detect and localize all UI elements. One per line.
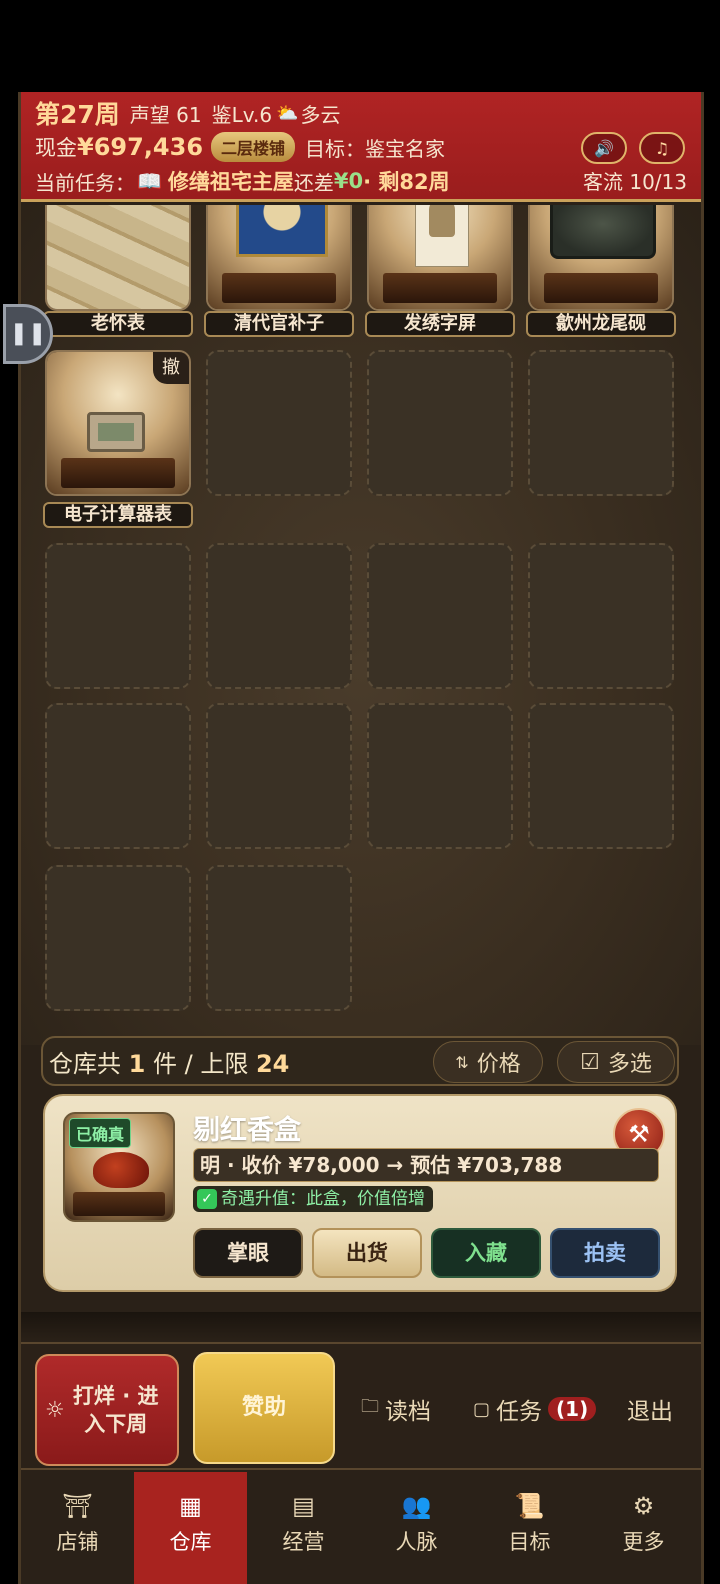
rank-badge-image <box>236 205 328 257</box>
music-note-icon: ♫ <box>654 138 670 158</box>
pause-icon: ❚❚ <box>9 321 47 346</box>
warehouse-summary-bar: 仓库共 1 件 / 上限 24 ⇅ 价格 ☑ 多选 <box>41 1036 679 1086</box>
item-slot[interactable]: 撤 <box>45 350 191 496</box>
task-name[interactable]: 修缮祖宅主屋 <box>168 166 294 196</box>
note-icon: ▢ <box>473 1398 491 1420</box>
cash-value: ¥697,436 <box>77 133 204 161</box>
week-label: 第27周 <box>35 100 120 129</box>
tab-more[interactable]: ⚙ 更多 <box>586 1472 701 1584</box>
empty-slot[interactable] <box>528 703 674 849</box>
scroll-icon: 📜 <box>514 1492 545 1520</box>
empty-slot[interactable] <box>528 543 674 689</box>
weather: 多云 <box>300 102 341 127</box>
inkstone-image <box>550 205 656 259</box>
warehouse-grid: 老怀表 清代官补子 发绣字屏 歙州龙尾砚 撤 电子计算器表 <box>21 205 701 1045</box>
next-week-button[interactable]: ☼ 打烊 · 进入下周 <box>35 1354 179 1466</box>
multi-select-button[interactable]: ☑ 多选 <box>557 1041 675 1083</box>
empty-slot[interactable] <box>206 703 352 849</box>
empty-slot[interactable] <box>45 703 191 849</box>
load-button[interactable]: 🗀 读档 <box>361 1392 431 1426</box>
item-detail-card: 已确真 剔红香盒 ⚒ 明 · 收价 ¥78,000 → 预估 ¥703,788 … <box>43 1094 677 1292</box>
warehouse-count: 仓库共 1 件 / 上限 24 <box>49 1049 290 1078</box>
check-icon: ✓ <box>197 1189 217 1209</box>
cash-label: 现金 <box>35 136 77 160</box>
task-weeks: · 剩82周 <box>363 170 450 194</box>
old-banknotes-image <box>47 205 189 309</box>
calculator-watch-image <box>87 412 145 452</box>
sort-price-button[interactable]: ⇅ 价格 <box>433 1041 543 1083</box>
people-icon: 👥 <box>401 1492 432 1520</box>
empty-slot[interactable] <box>206 350 352 496</box>
sort-icon: ⇅ <box>455 1052 469 1072</box>
goal-text: 目标：鉴宝名家 <box>305 136 446 161</box>
game-frame: 第27周 声望 61 鉴Lv.6 ⛅ 多云 现金 ¥697,436 二层楼铺 目… <box>3 92 704 1584</box>
item-label: 电子计算器表 <box>43 502 193 528</box>
abacus-icon: ▤ <box>292 1492 315 1520</box>
reputation: 声望 61 <box>129 102 202 127</box>
tab-business[interactable]: ▤ 经营 <box>247 1472 360 1584</box>
action-bar: ☼ 打烊 · 进入下周 赞助 🗀 读档 ▢ 任务 (1) 退出 <box>21 1342 701 1470</box>
tab-contacts[interactable]: 👥 人脉 <box>360 1472 473 1584</box>
ship-button[interactable]: 出货 <box>312 1228 422 1278</box>
partly-cloudy-icon: ⛅ <box>276 102 299 124</box>
item-label: 清代官补子 <box>204 311 354 337</box>
sun-icon: ☼ <box>45 1397 65 1423</box>
price-line: 明 · 收价 ¥78,000 → 预估 ¥703,788 <box>193 1148 659 1182</box>
item-thumbnail[interactable]: 已确真 <box>63 1112 175 1222</box>
item-slot[interactable] <box>45 205 191 311</box>
bonus-note: ✓ 奇遇升值：此盒，价值倍增 <box>193 1186 433 1212</box>
sound-button[interactable]: 🔊 <box>581 132 627 164</box>
carved-lacquer-box-image <box>93 1152 149 1188</box>
more-icon: ⚙ <box>632 1492 655 1520</box>
bottom-tab-bar: ⛩ 店铺 ▦ 仓库 ▤ 经营 👥 人脉 📜 目标 ⚙ 更多 <box>21 1472 701 1584</box>
item-slot[interactable] <box>528 205 674 311</box>
tasks-button[interactable]: ▢ 任务 (1) <box>473 1392 597 1426</box>
divider <box>21 1312 701 1342</box>
task-label: 当前任务： <box>35 170 135 195</box>
item-slot[interactable] <box>206 205 352 311</box>
checkbox-icon: ☑ <box>580 1049 600 1075</box>
empty-slot[interactable] <box>528 350 674 496</box>
warehouse-icon: ▦ <box>179 1492 202 1520</box>
shop-icon: ⛩ <box>62 1492 93 1520</box>
empty-slot[interactable] <box>367 703 513 849</box>
verified-badge: 已确真 <box>69 1118 132 1148</box>
empty-slot[interactable] <box>206 543 352 689</box>
hammer-icon: ⚒ <box>628 1120 650 1148</box>
empty-slot[interactable] <box>45 865 191 1011</box>
item-label: 老怀表 <box>43 311 193 337</box>
status-bar <box>0 0 720 92</box>
item-label: 歙州龙尾砚 <box>526 311 676 337</box>
task-remaining-label: 还差 <box>293 170 334 195</box>
speaker-icon: 🔊 <box>594 138 614 158</box>
shop-level-badge[interactable]: 二层楼铺 <box>211 132 296 162</box>
empty-slot[interactable] <box>367 543 513 689</box>
item-label: 发绣字屏 <box>365 311 515 337</box>
tab-warehouse[interactable]: ▦ 仓库 <box>134 1472 247 1584</box>
collect-button[interactable]: 入藏 <box>431 1228 541 1278</box>
sponsor-button[interactable]: 赞助 <box>193 1352 335 1464</box>
withdraw-button[interactable]: 撤 <box>153 352 189 384</box>
music-button[interactable]: ♫ <box>639 132 685 164</box>
empty-slot[interactable] <box>45 543 191 689</box>
tab-goals[interactable]: 📜 目标 <box>473 1472 586 1584</box>
empty-slot[interactable] <box>367 350 513 496</box>
empty-slot[interactable] <box>206 865 352 1011</box>
header-panel: 第27周 声望 61 鉴Lv.6 ⛅ 多云 现金 ¥697,436 二层楼铺 目… <box>21 92 701 202</box>
auction-button[interactable]: 拍卖 <box>550 1228 660 1278</box>
appraise-button[interactable]: 掌眼 <box>193 1228 303 1278</box>
appraisal-level: 鉴Lv.6 <box>211 102 273 127</box>
item-name: 剔红香盒 <box>193 1115 301 1146</box>
item-slot[interactable] <box>367 205 513 311</box>
book-icon: 📖 <box>137 169 162 193</box>
customer-traffic: 客流 10/13 <box>583 170 687 194</box>
task-remaining: ¥0 <box>333 169 364 193</box>
tasks-badge: (1) <box>548 1397 597 1421</box>
folder-icon: 🗀 <box>361 1396 379 1417</box>
exit-button[interactable]: 退出 <box>627 1392 673 1426</box>
tab-shop[interactable]: ⛩ 店铺 <box>21 1472 134 1584</box>
